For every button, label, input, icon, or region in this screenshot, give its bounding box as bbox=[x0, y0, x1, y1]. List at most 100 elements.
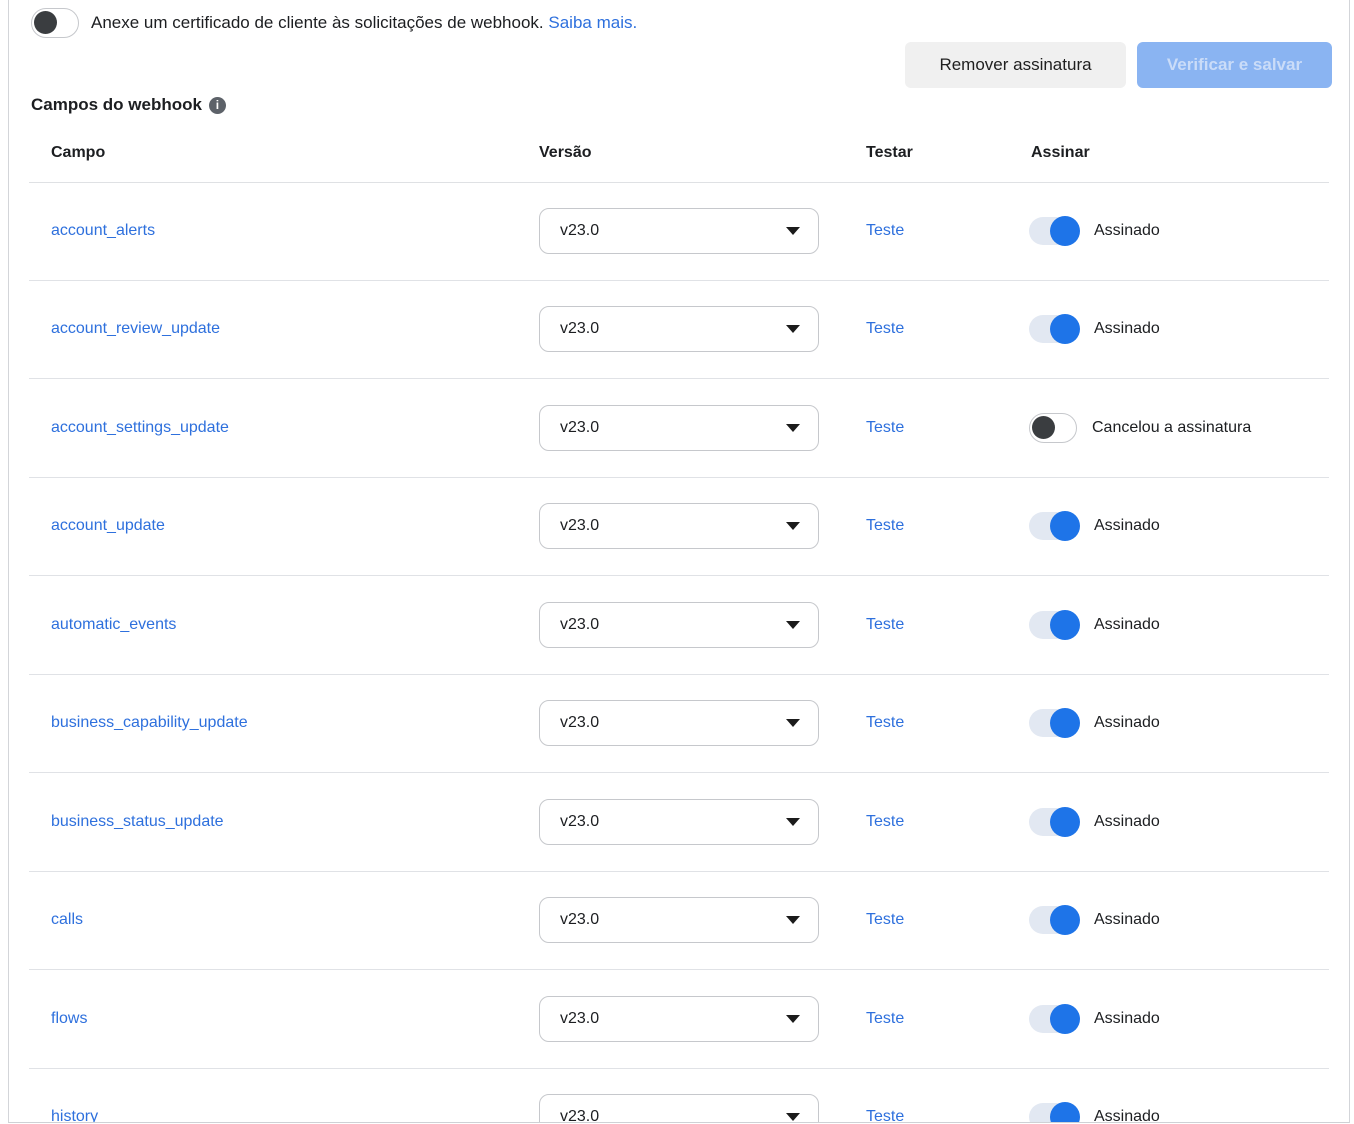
field-link[interactable]: business_status_update bbox=[51, 813, 224, 831]
table-row: business_status_update v23.0 Teste Assin… bbox=[29, 773, 1329, 872]
version-value: v23.0 bbox=[560, 616, 599, 634]
test-link[interactable]: Teste bbox=[866, 616, 904, 634]
subscribe-cell: Assinado bbox=[1029, 217, 1160, 245]
table-row: account_review_update v23.0 Teste Assina… bbox=[29, 281, 1329, 380]
toggle-knob bbox=[1050, 1004, 1080, 1034]
subscribe-status-label: Assinado bbox=[1094, 616, 1160, 634]
field-link[interactable]: account_review_update bbox=[51, 320, 220, 338]
subscribe-toggle[interactable] bbox=[1029, 1005, 1079, 1033]
dropdown-arrow-icon bbox=[786, 719, 800, 727]
toggle-knob bbox=[1050, 807, 1080, 837]
table-row: business_capability_update v23.0 Teste A… bbox=[29, 675, 1329, 774]
field-link[interactable]: flows bbox=[51, 1010, 87, 1028]
verify-and-save-button[interactable]: Verificar e salvar bbox=[1137, 42, 1332, 88]
version-dropdown[interactable]: v23.0 bbox=[539, 602, 819, 648]
toggle-knob bbox=[1050, 216, 1080, 246]
dropdown-arrow-icon bbox=[786, 227, 800, 235]
table-header: Campo Versão Testar Assinar bbox=[29, 130, 1329, 183]
test-link[interactable]: Teste bbox=[866, 813, 904, 831]
subscribe-toggle[interactable] bbox=[1029, 611, 1079, 639]
subscribe-toggle[interactable] bbox=[1029, 1103, 1079, 1123]
subscribe-status-label: Assinado bbox=[1094, 1108, 1160, 1123]
field-link[interactable]: history bbox=[51, 1108, 98, 1123]
toggle-knob bbox=[1032, 416, 1055, 439]
version-value: v23.0 bbox=[560, 517, 599, 535]
toggle-knob bbox=[1050, 511, 1080, 541]
subscribe-status-label: Assinado bbox=[1094, 517, 1160, 535]
test-link[interactable]: Teste bbox=[866, 419, 904, 437]
subscribe-toggle[interactable] bbox=[1029, 512, 1079, 540]
dropdown-arrow-icon bbox=[786, 522, 800, 530]
dropdown-arrow-icon bbox=[786, 818, 800, 826]
client-cert-text: Anexe um certificado de cliente às solic… bbox=[91, 13, 637, 33]
dropdown-arrow-icon bbox=[786, 1113, 800, 1121]
toggle-knob bbox=[1050, 314, 1080, 344]
dropdown-arrow-icon bbox=[786, 621, 800, 629]
toggle-knob bbox=[1050, 1102, 1080, 1123]
subscribe-cell: Assinado bbox=[1029, 315, 1160, 343]
action-buttons: Remover assinatura Verificar e salvar bbox=[905, 42, 1332, 88]
version-value: v23.0 bbox=[560, 1108, 599, 1123]
field-link[interactable]: business_capability_update bbox=[51, 714, 248, 732]
table-row: automatic_events v23.0 Teste Assinado bbox=[29, 576, 1329, 675]
version-dropdown[interactable]: v23.0 bbox=[539, 306, 819, 352]
client-cert-label: Anexe um certificado de cliente às solic… bbox=[91, 13, 544, 32]
toggle-knob bbox=[1050, 610, 1080, 640]
dropdown-arrow-icon bbox=[786, 325, 800, 333]
version-value: v23.0 bbox=[560, 813, 599, 831]
version-value: v23.0 bbox=[560, 714, 599, 732]
version-value: v23.0 bbox=[560, 222, 599, 240]
version-value: v23.0 bbox=[560, 419, 599, 437]
field-link[interactable]: account_alerts bbox=[51, 222, 155, 240]
version-dropdown[interactable]: v23.0 bbox=[539, 897, 819, 943]
version-value: v23.0 bbox=[560, 911, 599, 929]
subscribe-toggle[interactable] bbox=[1029, 413, 1077, 443]
dropdown-arrow-icon bbox=[786, 1015, 800, 1023]
subscribe-toggle[interactable] bbox=[1029, 808, 1079, 836]
version-dropdown[interactable]: v23.0 bbox=[539, 1094, 819, 1123]
subscribe-toggle[interactable] bbox=[1029, 315, 1079, 343]
field-link[interactable]: account_update bbox=[51, 517, 165, 535]
table-row: calls v23.0 Teste Assinado bbox=[29, 872, 1329, 971]
test-link[interactable]: Teste bbox=[866, 911, 904, 929]
version-dropdown[interactable]: v23.0 bbox=[539, 799, 819, 845]
version-dropdown[interactable]: v23.0 bbox=[539, 405, 819, 451]
test-link[interactable]: Teste bbox=[866, 320, 904, 338]
subscribe-cell: Assinado bbox=[1029, 808, 1160, 836]
subscribe-status-label: Assinado bbox=[1094, 813, 1160, 831]
test-link[interactable]: Teste bbox=[866, 1010, 904, 1028]
dropdown-arrow-icon bbox=[786, 916, 800, 924]
subscribe-cell: Cancelou a assinatura bbox=[1029, 413, 1251, 443]
table-row: account_alerts v23.0 Teste Assinado bbox=[29, 182, 1329, 281]
subscribe-status-label: Cancelou a assinatura bbox=[1092, 419, 1251, 437]
info-icon[interactable]: i bbox=[209, 97, 226, 114]
test-link[interactable]: Teste bbox=[866, 222, 904, 240]
test-link[interactable]: Teste bbox=[866, 1108, 904, 1123]
column-header-field: Campo bbox=[51, 144, 105, 162]
version-dropdown[interactable]: v23.0 bbox=[539, 700, 819, 746]
toggle-knob bbox=[34, 11, 57, 34]
toggle-knob bbox=[1050, 708, 1080, 738]
field-link[interactable]: calls bbox=[51, 911, 83, 929]
column-header-subscribe: Assinar bbox=[1031, 144, 1090, 162]
learn-more-link[interactable]: Saiba mais. bbox=[548, 13, 637, 32]
dropdown-arrow-icon bbox=[786, 424, 800, 432]
version-dropdown[interactable]: v23.0 bbox=[539, 996, 819, 1042]
column-header-version: Versão bbox=[539, 144, 591, 162]
subscribe-cell: Assinado bbox=[1029, 611, 1160, 639]
test-link[interactable]: Teste bbox=[866, 714, 904, 732]
subscribe-cell: Assinado bbox=[1029, 1005, 1160, 1033]
client-cert-toggle[interactable] bbox=[31, 8, 79, 38]
test-link[interactable]: Teste bbox=[866, 517, 904, 535]
field-link[interactable]: account_settings_update bbox=[51, 419, 229, 437]
subscribe-toggle[interactable] bbox=[1029, 709, 1079, 737]
subscribe-toggle[interactable] bbox=[1029, 217, 1079, 245]
version-dropdown[interactable]: v23.0 bbox=[539, 208, 819, 254]
webhook-settings-panel: Anexe um certificado de cliente às solic… bbox=[8, 0, 1350, 1123]
subscribe-toggle[interactable] bbox=[1029, 906, 1079, 934]
table-row: account_settings_update v23.0 Teste Canc… bbox=[29, 379, 1329, 478]
remove-subscription-button[interactable]: Remover assinatura bbox=[905, 42, 1126, 88]
webhook-rows: account_alerts v23.0 Teste Assinado acco… bbox=[29, 182, 1329, 1123]
field-link[interactable]: automatic_events bbox=[51, 616, 176, 634]
version-dropdown[interactable]: v23.0 bbox=[539, 503, 819, 549]
